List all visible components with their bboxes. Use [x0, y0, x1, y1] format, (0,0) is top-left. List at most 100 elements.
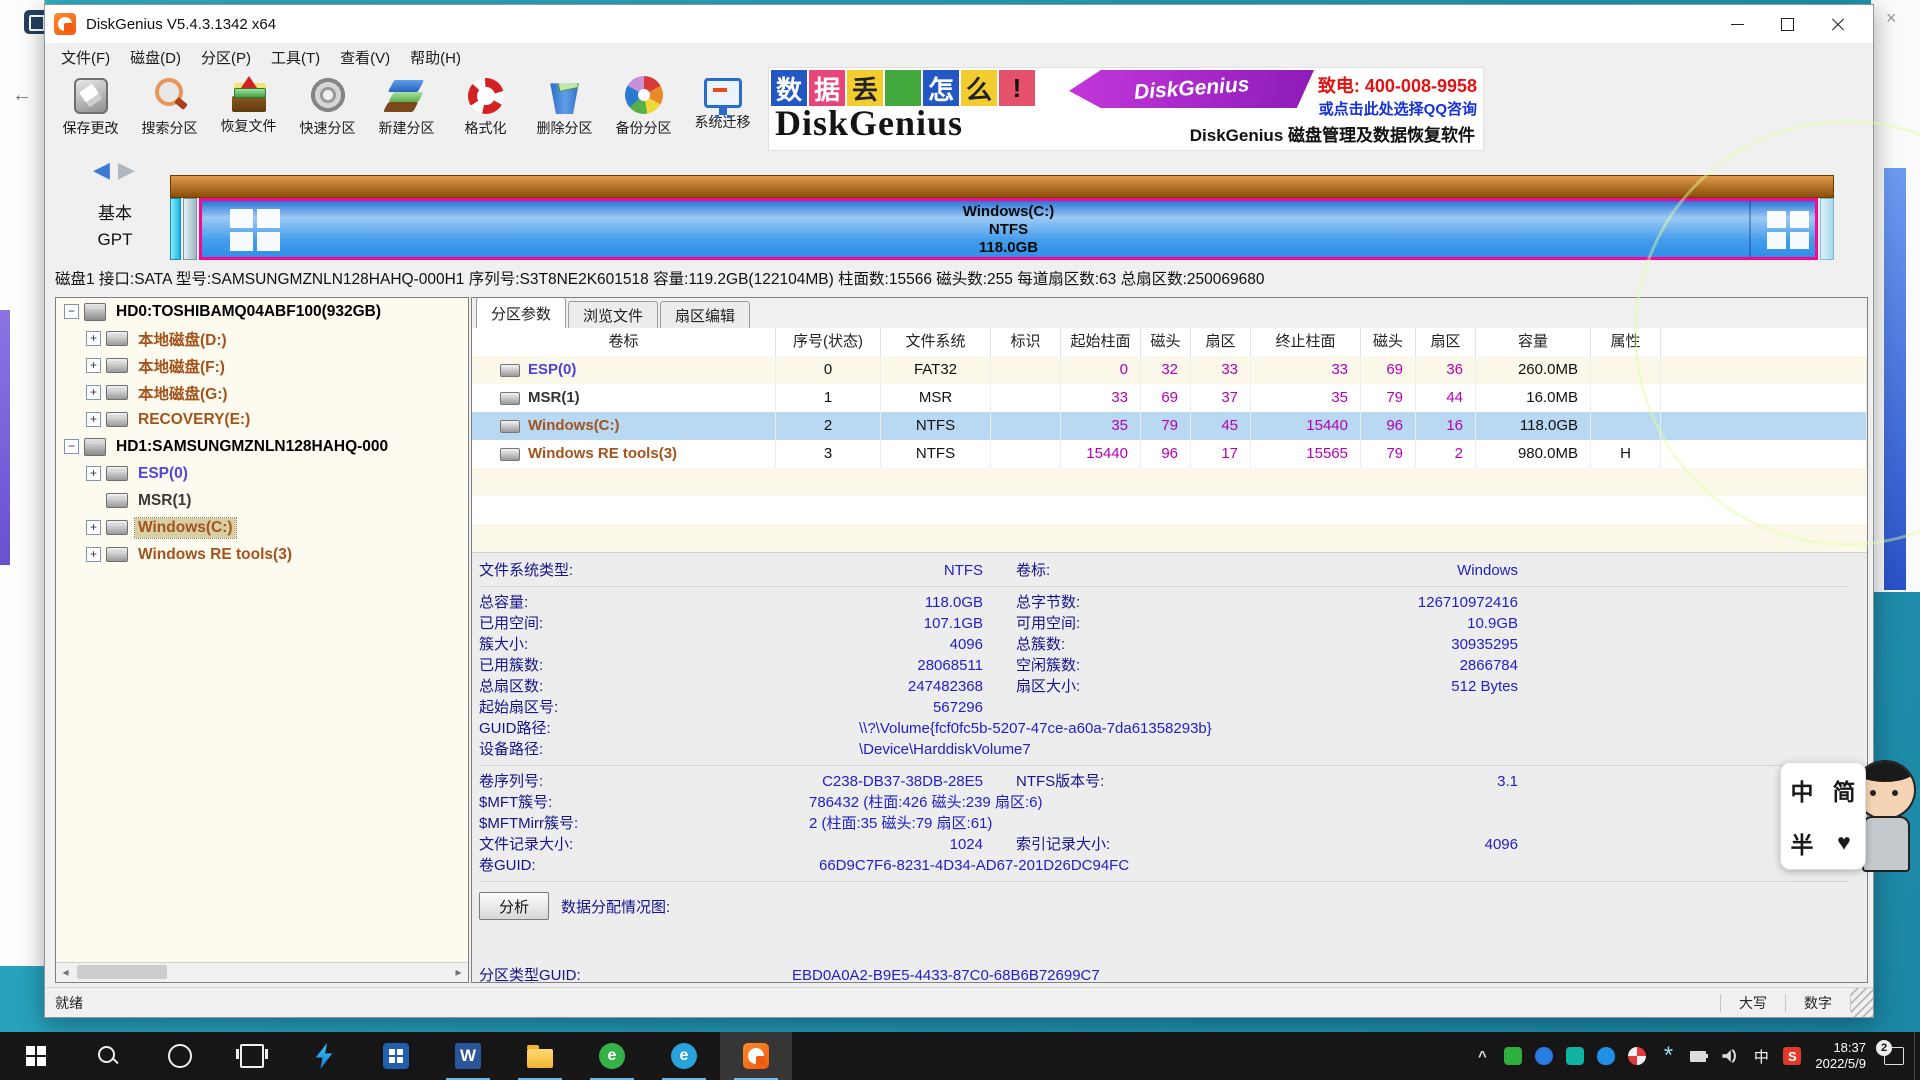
taskbar-button[interactable]: [72, 1032, 144, 1080]
toolbar-button[interactable]: 快速分区: [288, 71, 367, 152]
ime-status-widget[interactable]: 中 简 半 ♥: [1780, 762, 1866, 870]
menu-item[interactable]: 磁盘(D): [120, 44, 191, 71]
toolbar-button[interactable]: 删除分区: [525, 71, 604, 152]
taskbar-clock[interactable]: 18:37 2022/5/9: [1807, 1032, 1874, 1080]
tree-expander-icon[interactable]: [64, 439, 79, 454]
tray-icon[interactable]: [1535, 1047, 1553, 1065]
menu-item[interactable]: 文件(F): [51, 44, 120, 71]
tree-expander-icon[interactable]: [86, 547, 101, 562]
action-center-button[interactable]: 2: [1874, 1032, 1914, 1080]
column-header[interactable]: 文件系统: [881, 328, 991, 356]
tree-item[interactable]: ESP(0): [56, 460, 468, 487]
column-header[interactable]: 扇区: [1191, 328, 1251, 356]
column-header[interactable]: 扇区: [1416, 328, 1476, 356]
tray-icon[interactable]: [1721, 1047, 1739, 1065]
menu-item[interactable]: 工具(T): [261, 44, 330, 71]
tab[interactable]: 浏览文件: [568, 301, 658, 328]
resize-grip[interactable]: [1851, 988, 1873, 1017]
partition-msr-sliver[interactable]: [183, 198, 197, 260]
taskbar-button[interactable]: [216, 1032, 288, 1080]
analyze-button[interactable]: 分析: [479, 892, 549, 920]
tray-icon[interactable]: [1690, 1047, 1708, 1065]
tree-horizontal-scrollbar[interactable]: ◂ ▸: [56, 962, 468, 982]
tree-item[interactable]: 本地磁盘(D:): [56, 325, 468, 352]
scroll-thumb[interactable]: [77, 965, 167, 979]
column-header[interactable]: 终止柱面: [1251, 328, 1361, 356]
tree-expander-icon[interactable]: [86, 520, 101, 535]
disk-graph-scroll[interactable]: [1820, 198, 1834, 260]
tree-item[interactable]: 本地磁盘(G:): [56, 379, 468, 406]
tree-expander-icon[interactable]: [86, 331, 101, 346]
toolbar-button[interactable]: 新建分区: [367, 71, 446, 152]
tree-expander-icon[interactable]: [86, 358, 101, 373]
table-row[interactable]: MSR(1) 1 MSR 33 69 37 35 79 44 16.0MB: [472, 384, 1867, 412]
tab[interactable]: 分区参数: [476, 297, 566, 329]
ime-simplified-toggle[interactable]: 简: [1833, 773, 1856, 807]
show-desktop-button[interactable]: [1914, 1032, 1920, 1080]
tree-item[interactable]: HD0:TOSHIBAMQ04ABF100(932GB): [56, 298, 468, 325]
menu-item[interactable]: 分区(P): [191, 44, 261, 71]
tray-icon[interactable]: S: [1783, 1047, 1801, 1065]
taskbar-button[interactable]: [288, 1032, 360, 1080]
tray-icon[interactable]: *: [1659, 1047, 1677, 1065]
tree-expander-icon[interactable]: [86, 385, 101, 400]
maximize-button[interactable]: [1763, 5, 1813, 43]
banner-phone[interactable]: 致电: 400-008-9958: [1318, 72, 1477, 98]
tray-icon[interactable]: [1597, 1047, 1615, 1065]
table-row[interactable]: Windows(C:) 2 NTFS 35 79 45 15440 96 16 …: [472, 412, 1867, 440]
close-button[interactable]: [1813, 5, 1863, 43]
prev-disk-arrow[interactable]: ◀: [93, 157, 110, 183]
table-row[interactable]: ESP(0) 0 FAT32 0 32 33 33 69 36 260.0MB: [472, 356, 1867, 384]
menu-item[interactable]: 帮助(H): [400, 44, 471, 71]
column-header[interactable]: 起始柱面: [1061, 328, 1141, 356]
taskbar-button[interactable]: [144, 1032, 216, 1080]
tree-item[interactable]: HD1:SAMSUNGMZNLN128HAHQ-000: [56, 433, 468, 460]
ad-banner[interactable]: 数据丢怎么! DiskGenius DiskGenius 致电: 400-008…: [768, 67, 1484, 151]
menu-item[interactable]: 查看(V): [330, 44, 400, 71]
scroll-track[interactable]: [75, 963, 449, 982]
banner-qq-link[interactable]: 或点击此处选择QQ咨询: [1318, 98, 1477, 119]
tray-icon[interactable]: [1628, 1047, 1646, 1065]
scroll-left-icon[interactable]: ◂: [56, 963, 75, 981]
tree-item[interactable]: Windows(C:): [56, 514, 468, 541]
ime-halfwidth-toggle[interactable]: 半: [1791, 826, 1814, 860]
toolbar-button[interactable]: 搜索分区: [130, 71, 209, 152]
tab[interactable]: 扇区编辑: [660, 301, 750, 328]
tree-item[interactable]: MSR(1): [56, 487, 468, 514]
next-disk-arrow[interactable]: ▶: [118, 157, 135, 183]
taskbar-button[interactable]: W: [432, 1032, 504, 1080]
taskbar-button[interactable]: e: [648, 1032, 720, 1080]
minimize-button[interactable]: [1713, 5, 1763, 43]
tree-expander-icon[interactable]: [64, 304, 79, 319]
tree-item[interactable]: 本地磁盘(F:): [56, 352, 468, 379]
tree-item[interactable]: Windows RE tools(3): [56, 541, 468, 568]
toolbar-button[interactable]: 保存更改: [51, 71, 130, 152]
tray-icon[interactable]: ^: [1473, 1047, 1491, 1065]
toolbar-button[interactable]: 备份分区: [604, 71, 683, 152]
tray-icon[interactable]: 中: [1752, 1047, 1770, 1065]
tree-item[interactable]: RECOVERY(E:): [56, 406, 468, 433]
taskbar-button[interactable]: [360, 1032, 432, 1080]
toolbar-button[interactable]: 恢复文件: [209, 71, 288, 152]
toolbar-button[interactable]: 系统迁移: [683, 71, 762, 152]
tree-expander-icon[interactable]: [86, 466, 101, 481]
column-header[interactable]: 磁头: [1361, 328, 1416, 356]
table-row[interactable]: Windows RE tools(3) 3 NTFS 15440 96 17 1…: [472, 440, 1867, 468]
column-header[interactable]: 容量: [1476, 328, 1591, 356]
ime-lang-toggle[interactable]: 中: [1791, 773, 1814, 807]
disk-strip[interactable]: [170, 175, 1834, 198]
tray-icon[interactable]: [1504, 1047, 1522, 1065]
taskbar-button[interactable]: [0, 1032, 72, 1080]
column-header[interactable]: 磁头: [1141, 328, 1191, 356]
toolbar-button[interactable]: 格式化: [446, 71, 525, 152]
tray-icon[interactable]: [1566, 1047, 1584, 1065]
taskbar-button[interactable]: e: [576, 1032, 648, 1080]
scroll-right-icon[interactable]: ▸: [449, 963, 468, 981]
ime-heart-icon[interactable]: ♥: [1837, 829, 1851, 856]
taskbar-button[interactable]: [720, 1032, 792, 1080]
column-header[interactable]: 属性: [1591, 328, 1661, 356]
partition-esp-sliver[interactable]: [170, 198, 181, 260]
taskbar-button[interactable]: [504, 1032, 576, 1080]
column-header[interactable]: 标识: [991, 328, 1061, 356]
column-header[interactable]: 序号(状态): [776, 328, 881, 356]
